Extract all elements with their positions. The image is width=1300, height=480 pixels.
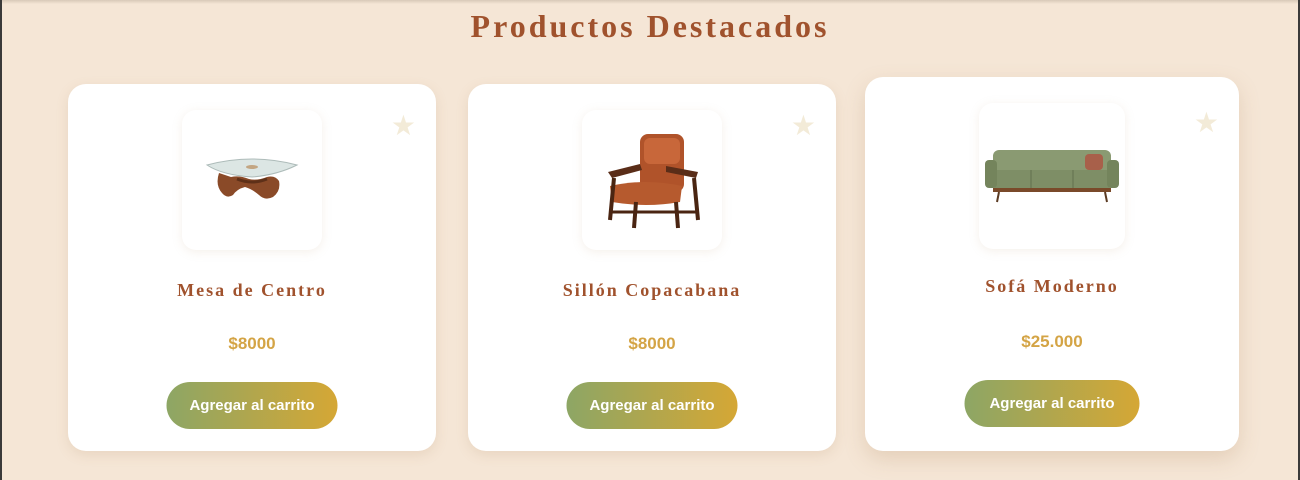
product-price: $8000 xyxy=(228,334,276,353)
star-icon[interactable]: ★ xyxy=(791,112,816,140)
product-card: ★ Sillón Copacabana $8000 Agregar al car… xyxy=(468,84,836,451)
section-title: Productos Destacados xyxy=(470,8,830,44)
product-name: Mesa de Centro xyxy=(177,280,327,300)
product-card: ★ Mesa de Centro $8000 Agregar al carrit… xyxy=(68,84,436,451)
add-to-cart-button[interactable]: Agregar al carrito xyxy=(166,382,338,429)
add-to-cart-button[interactable]: Agregar al carrito xyxy=(566,382,738,429)
product-image-leather-armchair xyxy=(582,110,722,250)
product-name: Sofá Moderno xyxy=(985,276,1119,296)
top-edge-shadow xyxy=(2,0,1298,4)
product-price: $8000 xyxy=(628,334,676,353)
product-image-coffee-table xyxy=(182,110,322,250)
product-name: Sillón Copacabana xyxy=(562,280,742,300)
star-icon[interactable]: ★ xyxy=(1194,109,1219,137)
product-image-green-sofa xyxy=(979,103,1125,249)
product-price: $25.000 xyxy=(1021,332,1083,351)
star-icon[interactable]: ★ xyxy=(391,112,416,140)
add-to-cart-button[interactable]: Agregar al carrito xyxy=(964,380,1140,427)
product-card: ★ Sofá Moderno $25.000 Agregar al carrit… xyxy=(865,77,1239,451)
